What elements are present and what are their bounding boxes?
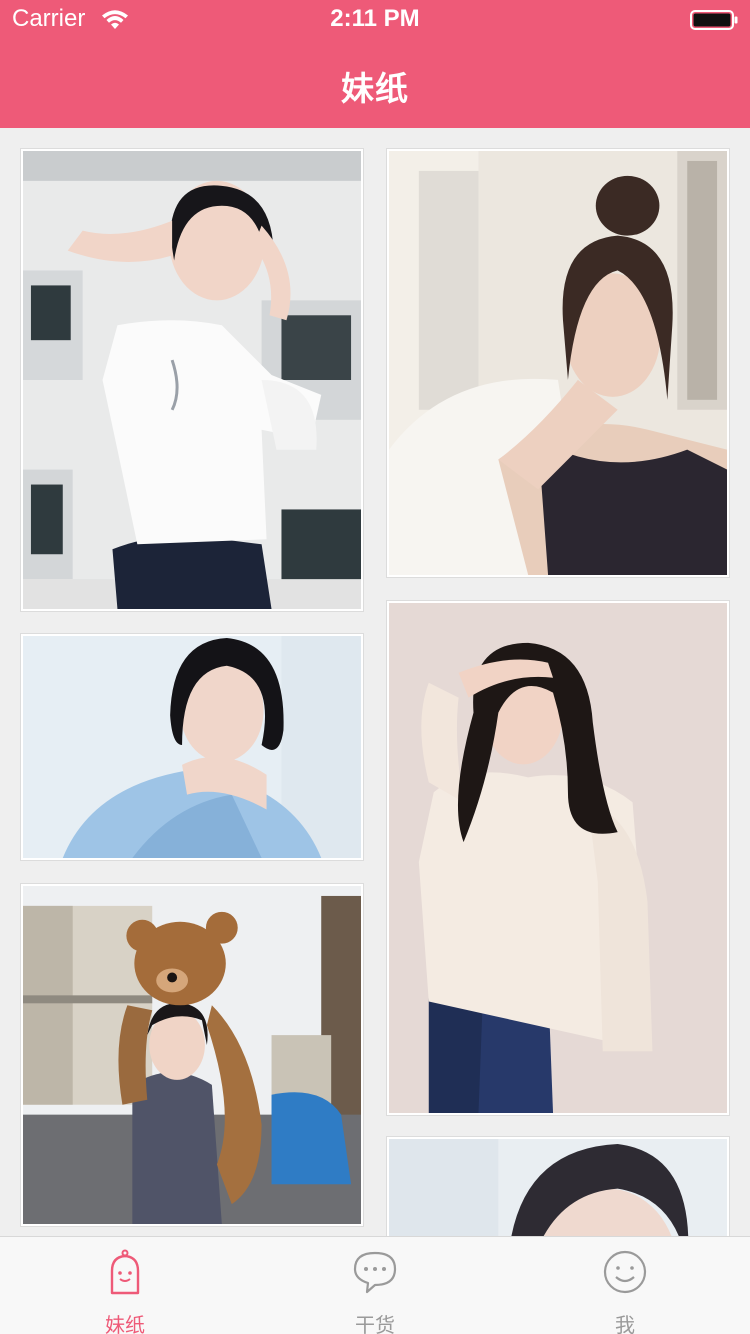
smiley-icon bbox=[603, 1250, 647, 1294]
photo-woman-partial-bottom bbox=[389, 1139, 727, 1236]
photo-woman-hair-bun-sofa bbox=[389, 151, 727, 575]
tab-me[interactable]: 我 bbox=[500, 1237, 750, 1334]
chat-bubble-icon bbox=[353, 1251, 397, 1294]
tab-meizhi[interactable]: 妹纸 bbox=[0, 1237, 250, 1334]
battery-icon bbox=[690, 10, 738, 30]
navigation-header: Carrier 2:11 PM 妹纸 bbox=[0, 0, 750, 128]
tab-label: 我 bbox=[615, 1313, 635, 1334]
tab-bar: 妹纸 干货 我 bbox=[0, 1236, 750, 1334]
photo-card[interactable] bbox=[386, 1136, 730, 1236]
photo-card[interactable] bbox=[386, 600, 730, 1116]
ghost-icon bbox=[110, 1249, 140, 1295]
photo-girl-teddy-bear-rooftop bbox=[23, 886, 361, 1224]
photo-feed[interactable] bbox=[0, 128, 750, 1236]
status-time: 2:11 PM bbox=[330, 5, 420, 32]
photo-woman-long-hair-cream-jacket bbox=[389, 603, 727, 1113]
tab-label: 干货 bbox=[355, 1313, 395, 1334]
tab-ganhuo[interactable]: 干货 bbox=[250, 1237, 500, 1334]
tab-label: 妹纸 bbox=[105, 1313, 145, 1334]
photo-girl-bob-blue-shirt bbox=[23, 636, 361, 858]
page-title: 妹纸 bbox=[341, 69, 409, 108]
photo-girl-white-blouse-building bbox=[23, 151, 361, 609]
photo-card[interactable] bbox=[20, 633, 364, 861]
photo-card[interactable] bbox=[20, 883, 364, 1227]
status-bar: Carrier 2:11 PM bbox=[0, 0, 750, 40]
photo-card[interactable] bbox=[386, 148, 730, 578]
photo-card[interactable] bbox=[20, 148, 364, 612]
